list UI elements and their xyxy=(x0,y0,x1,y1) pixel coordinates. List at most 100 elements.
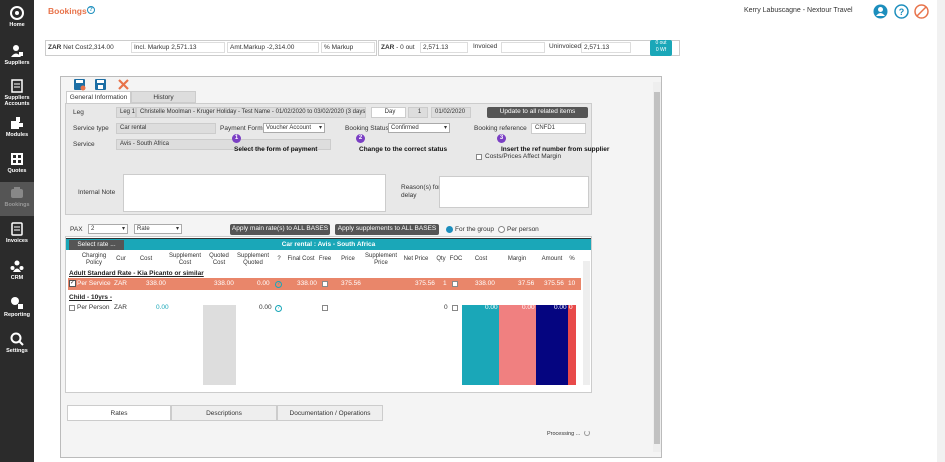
close-icon[interactable] xyxy=(117,78,130,91)
leg-label: Leg xyxy=(73,109,84,116)
out-badge[interactable]: 0 out 0 Wf xyxy=(650,40,672,56)
sidebar-item-bookings[interactable]: Bookings xyxy=(0,182,34,216)
row1-foc-checkbox[interactable] xyxy=(452,281,458,287)
row1-price[interactable]: 375.56 xyxy=(341,278,361,290)
sidebar: Home Suppliers Suppliers Accounts Module… xyxy=(0,0,34,462)
quotes-icon xyxy=(11,153,23,165)
spinner-icon xyxy=(584,430,590,436)
tab-general-information[interactable]: General Information xyxy=(66,91,131,103)
rate-select[interactable]: Rate xyxy=(134,224,182,234)
day-field[interactable]: 1 xyxy=(408,107,428,118)
info-icon[interactable]: ? xyxy=(275,305,282,312)
leg-field[interactable]: Leg 1 xyxy=(116,107,136,118)
per-person-radio[interactable] xyxy=(498,226,505,233)
svg-text:?: ? xyxy=(899,7,905,17)
sidebar-item-invoices[interactable]: Invoices xyxy=(0,218,34,252)
row1-final: 338.00 xyxy=(297,280,317,287)
row1-qty[interactable]: 1 xyxy=(443,278,447,290)
sidebar-label: Settings xyxy=(6,348,28,354)
save-icon[interactable] xyxy=(94,78,107,91)
sidebar-label: Invoices xyxy=(5,238,28,244)
sidebar-item-modules[interactable]: Modules xyxy=(0,112,34,146)
page-title: Bookings xyxy=(48,6,87,16)
tab-descriptions[interactable]: Descriptions xyxy=(171,405,277,421)
select-rate-button[interactable]: Select rate ... xyxy=(69,240,124,250)
panel-scroll-thumb[interactable] xyxy=(654,92,660,444)
net-cost: 2,314.00 xyxy=(88,44,114,51)
grid-scrollbar[interactable] xyxy=(583,261,590,385)
reason-delay-textarea[interactable] xyxy=(439,176,589,208)
booking-status-select[interactable]: Confirmed xyxy=(388,123,450,133)
save-close-icon[interactable] xyxy=(73,78,86,91)
sidebar-item-suppliers[interactable]: Suppliers xyxy=(0,40,34,74)
out-value: 2,571.13 xyxy=(420,42,468,53)
col-net-price: Net Price xyxy=(403,256,429,262)
col-supplement-cost: Supplement Cost xyxy=(168,253,202,266)
row-checkbox[interactable] xyxy=(69,305,75,311)
sidebar-item-supplier-accounts[interactable]: Suppliers Accounts xyxy=(0,75,34,109)
apply-main-rates-button[interactable]: Apply main rate(s) to ALL BASES xyxy=(230,224,330,235)
out-label: - 0 out xyxy=(396,44,415,51)
row-checkbox[interactable]: ✓ xyxy=(69,280,76,287)
tab-rates[interactable]: Rates xyxy=(67,405,171,421)
row2-cost2: 0.00 xyxy=(485,304,498,311)
col-cur: Cur xyxy=(116,256,126,262)
row2-foc-checkbox[interactable] xyxy=(452,305,458,311)
logout-icon[interactable] xyxy=(914,4,929,19)
incl-markup: Incl. Markup 2,571.13 xyxy=(131,42,225,53)
home-icon xyxy=(10,6,24,20)
section-child: Child - 10yrs - xyxy=(69,294,112,301)
step-3-note: Insert the ref number from supplier xyxy=(501,146,610,153)
col-final-cost: Final Cost xyxy=(287,256,315,262)
supplier-accounts-icon xyxy=(11,79,23,93)
user-name: Kerry Labuscagne - Nextour Travel xyxy=(744,7,853,14)
sidebar-label: Suppliers xyxy=(4,60,30,66)
col-supplement-quoted: Supplement Quoted xyxy=(236,253,270,266)
pax-select[interactable]: 2 xyxy=(88,224,128,234)
row2-supp-quoted[interactable]: 0.00 xyxy=(259,302,272,314)
row2-cost[interactable]: 0.00 xyxy=(156,302,169,314)
col-free: Free xyxy=(318,256,332,262)
internal-note-textarea[interactable] xyxy=(123,174,386,212)
costs-affect-margin-checkbox[interactable] xyxy=(476,154,482,160)
booking-ref-input[interactable]: CNFD1 xyxy=(531,123,586,134)
sidebar-item-crm[interactable]: CRM xyxy=(0,255,34,289)
row2-free-checkbox[interactable] xyxy=(322,305,328,311)
sidebar-item-reporting[interactable]: Reporting xyxy=(0,292,34,326)
modules-icon xyxy=(11,117,23,129)
apply-supplements-button[interactable]: Apply supplements to ALL BASES xyxy=(335,224,439,235)
sidebar-label: Modules xyxy=(5,132,29,138)
tab-history[interactable]: History xyxy=(131,91,196,103)
pax-label: PAX xyxy=(70,226,83,233)
processing-status: Processing ... xyxy=(547,431,581,437)
service-type-field[interactable]: Car rental xyxy=(116,123,216,134)
tab-documentation[interactable]: Documentation / Operations xyxy=(277,405,383,421)
row2-qty[interactable]: 0 xyxy=(444,302,448,314)
crm-icon xyxy=(10,260,24,272)
update-related-button[interactable]: Update to all related items xyxy=(487,107,588,118)
row2-cur: ZAR xyxy=(114,304,127,311)
for-group-radio[interactable] xyxy=(446,226,453,233)
payment-form-label: Payment Form xyxy=(220,125,263,132)
step-3-marker: 3 xyxy=(497,134,506,143)
per-person-label: Per person xyxy=(507,226,539,233)
day-label: Day xyxy=(371,107,406,118)
col-amount: Amount xyxy=(541,256,563,262)
cost-summary: ZAR Net Cost2,314.00 Incl. Markup 2,571.… xyxy=(45,40,680,56)
sidebar-item-home[interactable]: Home xyxy=(0,2,34,36)
help-circle-icon[interactable]: ? xyxy=(894,4,909,19)
payment-form-select[interactable]: Voucher Account xyxy=(263,123,325,133)
sidebar-item-settings[interactable]: Settings xyxy=(0,328,34,362)
sidebar-item-quotes[interactable]: Quotes xyxy=(0,148,34,182)
row1-free-checkbox[interactable] xyxy=(322,281,328,287)
date-field[interactable]: 01/02/2020 xyxy=(431,107,471,118)
booking-status-label: Booking Status xyxy=(345,125,389,132)
main-scrollbar[interactable] xyxy=(937,0,945,462)
row1-cost[interactable]: 338.00 xyxy=(146,278,166,290)
row1-supp-quoted[interactable]: 0.00 xyxy=(257,278,270,290)
user-profile-icon[interactable] xyxy=(873,4,888,19)
info-icon[interactable]: ? xyxy=(275,281,282,288)
help-icon[interactable]: ? xyxy=(87,6,95,14)
quoted-cost-column-bg xyxy=(203,305,236,385)
section-adult-rate: Adult Standard Rate - Kia Picanto or sim… xyxy=(69,270,204,277)
